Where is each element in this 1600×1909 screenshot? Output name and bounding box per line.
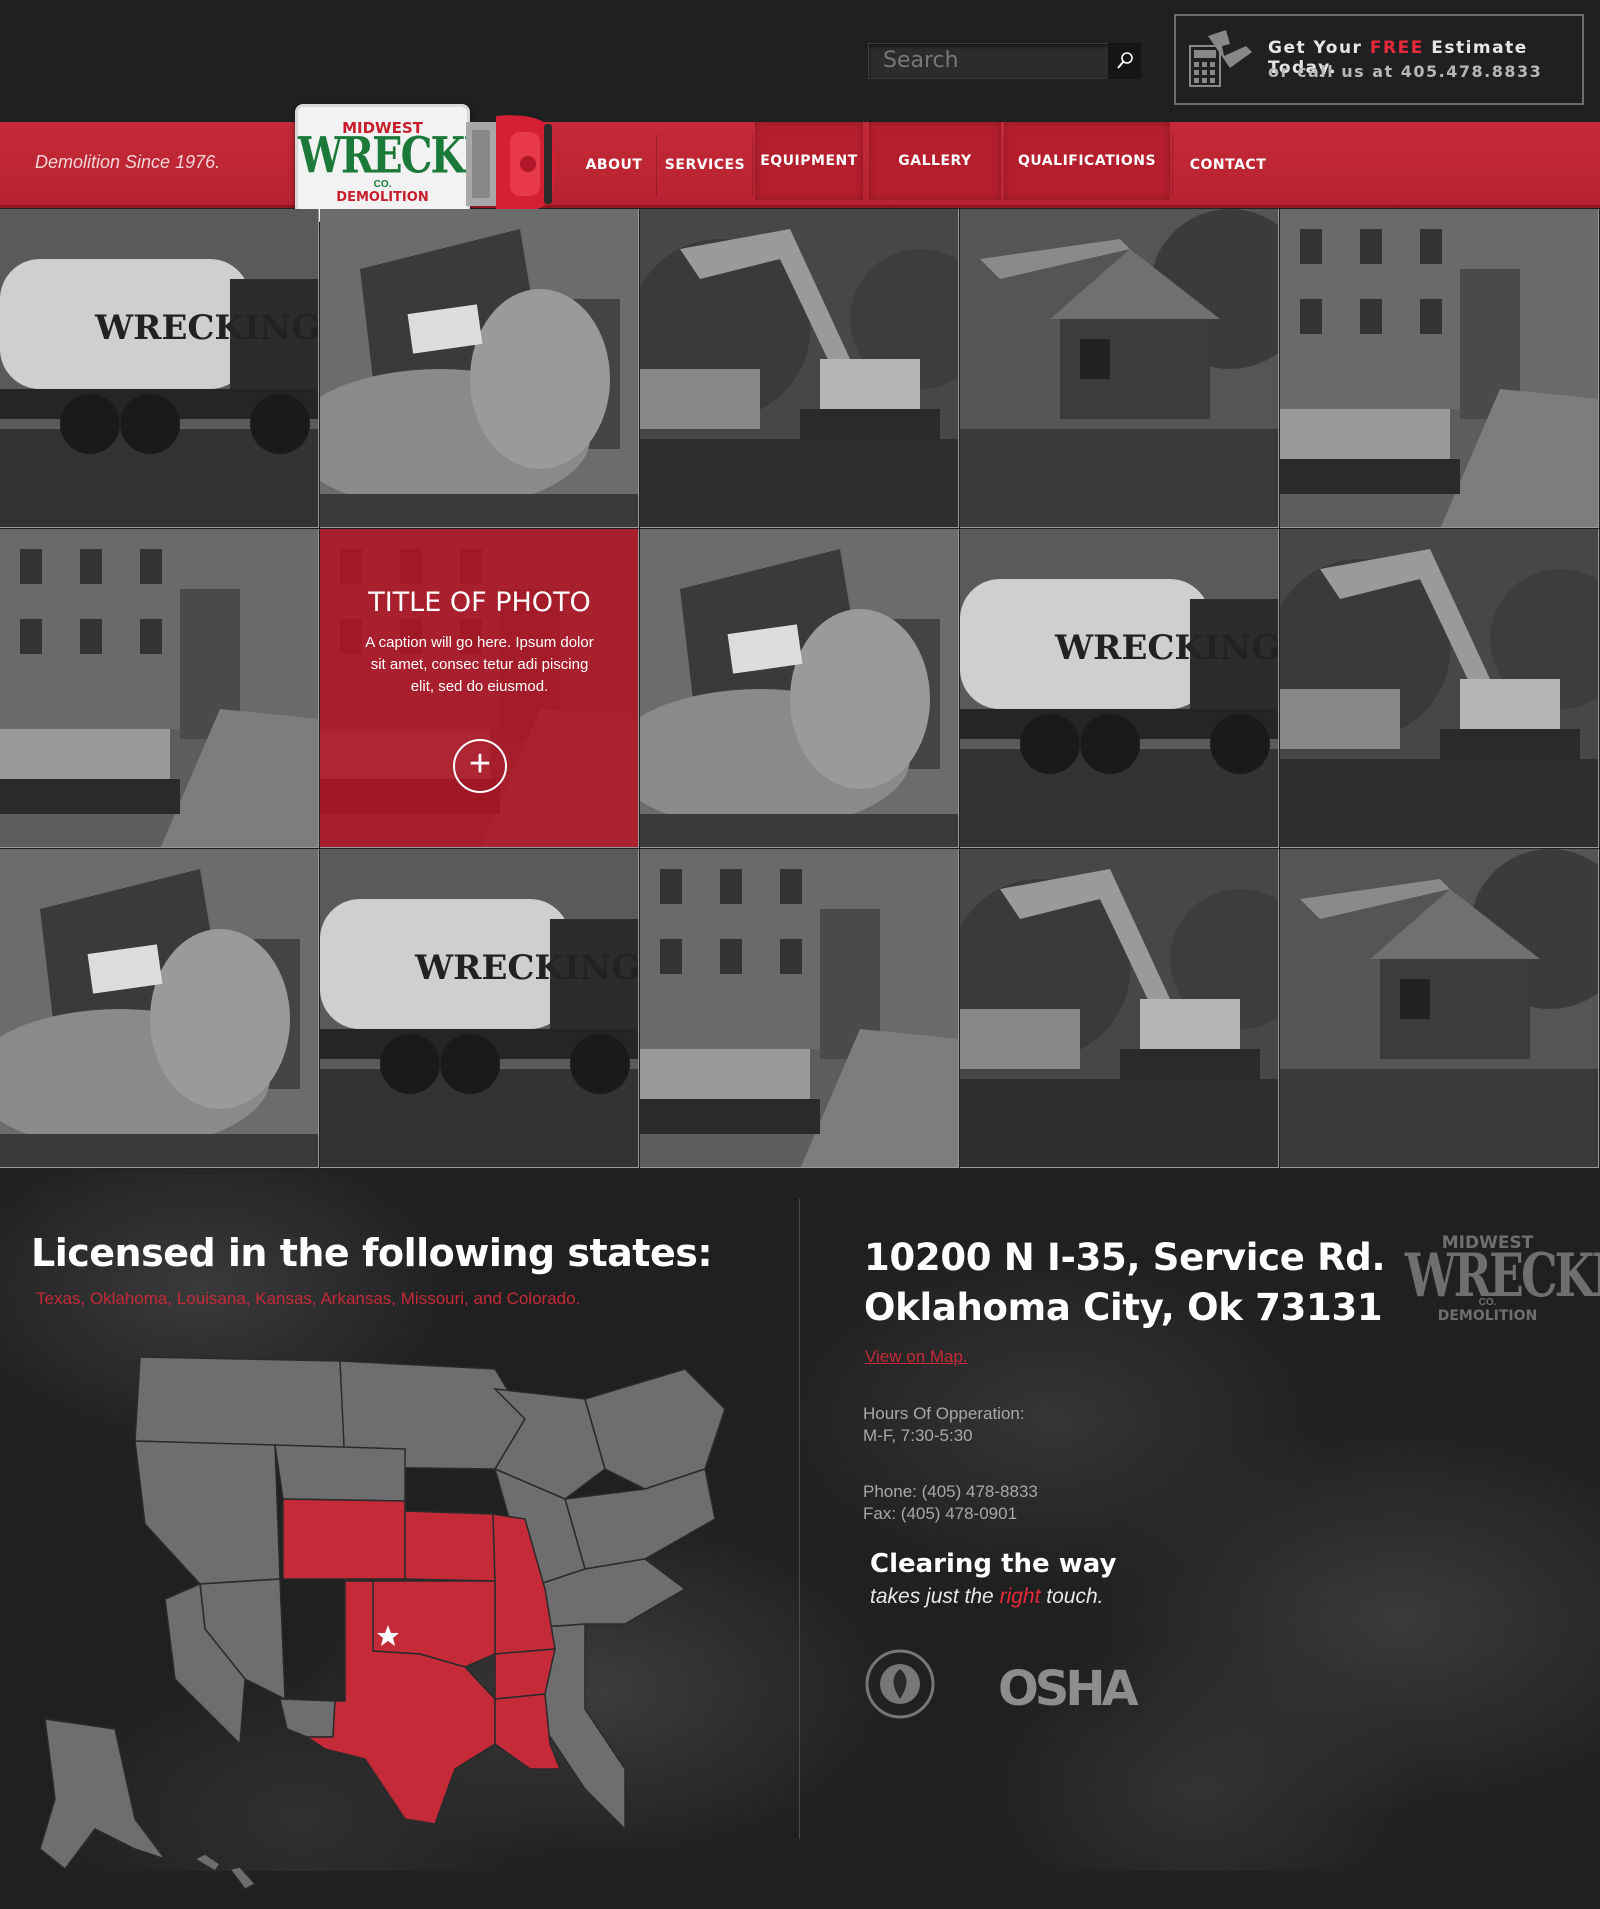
photo-caption: A caption will go here. Ipsum dolor sit … [365, 634, 594, 695]
svg-text:WRECKING: WRECKING [94, 308, 319, 348]
company-logo[interactable]: MIDWEST WRECKING CO. DEMOLITION [295, 104, 549, 222]
loader-rubble-photo [640, 849, 958, 1167]
loader-rubble-photo [0, 529, 318, 847]
house-demolition-photo [1280, 849, 1598, 1167]
photo-gallery: WRECKING TITLE OF PHOTO A caption will go … [0, 209, 1600, 1169]
building-implosion-photo [320, 209, 638, 527]
calculator-phone-icon [1189, 30, 1252, 87]
expand-plus-icon[interactable]: + [453, 739, 507, 793]
contact-numbers: Phone: (405) 478-8833 Fax: (405) 478-0901 [863, 1482, 1038, 1523]
footer-logo: MIDWEST WRECKING CO. DEMOLITION [1405, 1233, 1600, 1324]
free-estimate-box[interactable]: Get Your FREE Estimate Today. or call us… [1174, 14, 1584, 105]
gallery-tile-water-truck[interactable]: WRECKING [320, 849, 639, 1168]
estimate-phone: or call us at 405.478.8833 [1268, 62, 1543, 81]
gallery-tile-water-truck[interactable]: WRECKING [0, 209, 319, 528]
gallery-tile-excavator[interactable] [640, 209, 959, 528]
licensed-states-list: Texas, Oklahoma, Louisana, Kansas, Arkan… [36, 1289, 581, 1308]
loader-rubble-photo [1280, 209, 1598, 527]
gallery-tile-excavator[interactable] [960, 849, 1279, 1168]
water-truck-photo: WRECKING [0, 209, 319, 527]
truck-illustration [466, 115, 556, 213]
svg-text:WRECKING: WRECKING [414, 948, 639, 988]
nav-about[interactable]: ABOUT [574, 122, 654, 208]
gallery-tile-building-implosion[interactable] [640, 529, 959, 848]
address: 10200 N I-35, Service Rd. Oklahoma City, … [864, 1236, 1386, 1329]
gallery-tile-loader-rubble[interactable] [640, 849, 959, 1168]
tagline: Demolition Since 1976. [35, 152, 221, 172]
gallery-tile-excavator[interactable] [1280, 529, 1599, 848]
nav-contact[interactable]: CONTACT [1176, 122, 1280, 208]
us-licensed-states-map[interactable] [25, 1349, 765, 1909]
footer-divider [799, 1199, 800, 1839]
nav-equipment[interactable]: EQUIPMENT [755, 122, 863, 200]
nav-qualifications[interactable]: QUALIFICATIONS [1004, 122, 1170, 200]
gallery-tile-highlighted[interactable]: TITLE OF PHOTO A caption will go here. Ip… [320, 529, 639, 848]
osha-logo: OSHA [998, 1661, 1139, 1717]
usgbc-badge-icon [865, 1649, 935, 1719]
water-truck-photo: WRECKING [320, 849, 639, 1167]
hours-of-operation: Hours Of Opperation: M-F, 7:30-5:30 [863, 1404, 1025, 1445]
photo-caption-overlay[interactable]: TITLE OF PHOTO A caption will go here. Ip… [320, 529, 638, 847]
licensed-heading: Licensed in the following states: [31, 1231, 713, 1275]
gallery-tile-loader-rubble[interactable] [0, 529, 319, 848]
svg-text:WRECKING: WRECKING [1054, 628, 1279, 668]
building-implosion-photo [0, 849, 318, 1167]
nav-services[interactable]: SERVICES [660, 122, 750, 208]
excavator-photo [640, 209, 958, 527]
top-bar: Search Get Your FREE Estimate Today. or … [0, 0, 1600, 122]
nav-gallery[interactable]: GALLERY [869, 122, 1001, 200]
gallery-tile-building-implosion[interactable] [320, 209, 639, 528]
gallery-tile-building-implosion[interactable] [0, 849, 319, 1168]
building-implosion-photo [640, 529, 958, 847]
gallery-tile-house-demolition[interactable] [960, 209, 1279, 528]
gallery-tile-water-truck[interactable]: WRECKING [960, 529, 1279, 848]
footer: Licensed in the following states: Texas,… [0, 1169, 1600, 1890]
house-demolition-photo [960, 209, 1278, 527]
search-icon [1116, 52, 1133, 69]
main-nav: Demolition Since 1976. ABOUT SERVICES EQ… [0, 122, 1600, 208]
excavator-photo [960, 849, 1278, 1167]
excavator-photo [1280, 529, 1598, 847]
water-truck-photo: WRECKING [960, 529, 1279, 847]
gallery-tile-loader-rubble[interactable] [1280, 209, 1599, 528]
gallery-tile-house-demolition[interactable] [1280, 849, 1599, 1168]
slogan-sub: takes just the right touch. [870, 1585, 1104, 1608]
search-input[interactable]: Search [868, 43, 1141, 79]
slogan-heading: Clearing the way [870, 1549, 1117, 1579]
photo-title: TITLE OF PHOTO [368, 587, 591, 618]
view-on-map-link[interactable]: View on Map. [865, 1347, 968, 1367]
search-button[interactable] [1108, 43, 1141, 79]
